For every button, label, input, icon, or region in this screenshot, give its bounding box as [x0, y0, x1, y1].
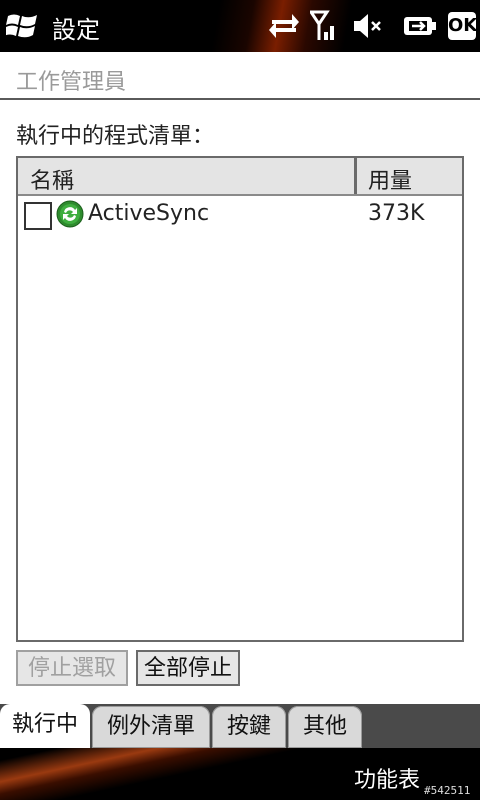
running-programs-caption: 執行中的程式清單： [16, 124, 215, 149]
tab-buttons[interactable]: 按鍵 [212, 706, 286, 748]
menu-softkey[interactable]: 功能表 [354, 762, 420, 794]
list-item[interactable]: ActiveSync 373K [18, 198, 462, 234]
list-header: 名稱 用量 [18, 158, 462, 196]
column-header-usage[interactable]: 用量 [368, 163, 412, 195]
stop-selected-button[interactable]: 停止選取 [16, 650, 128, 686]
process-name: ActiveSync [88, 201, 210, 226]
page-header: 工作管理員 [0, 52, 480, 100]
tab-exclusions[interactable]: 例外清單 [92, 706, 210, 748]
activesync-icon [56, 200, 84, 228]
tab-bar: 執行中 例外清單 按鍵 其他 [0, 704, 480, 748]
column-header-name[interactable]: 名稱 [30, 163, 74, 195]
windows-start-icon[interactable] [6, 12, 38, 40]
battery-charging-icon[interactable] [402, 10, 438, 42]
running-programs-list[interactable]: 名稱 用量 ActiveSync 373K [16, 156, 464, 642]
process-checkbox[interactable] [24, 202, 52, 230]
column-separator[interactable] [354, 158, 357, 194]
tab-running[interactable]: 執行中 [0, 704, 90, 748]
tab-other[interactable]: 其他 [288, 706, 362, 748]
watermark-text: #542511 [424, 784, 471, 797]
app-title: 設定 [52, 16, 100, 44]
ok-label: OK [448, 15, 478, 36]
volume-mute-icon[interactable] [352, 10, 382, 42]
stop-all-button[interactable]: 全部停止 [136, 650, 240, 686]
softkey-bar: 功能表 #542511 [0, 748, 480, 800]
data-transfer-icon[interactable] [268, 10, 300, 42]
page-title: 工作管理員 [16, 70, 127, 95]
status-bar: 設定 OK [0, 0, 480, 52]
ok-button[interactable]: OK [448, 12, 478, 40]
signal-icon[interactable] [310, 10, 336, 42]
process-usage: 373K [368, 201, 425, 226]
